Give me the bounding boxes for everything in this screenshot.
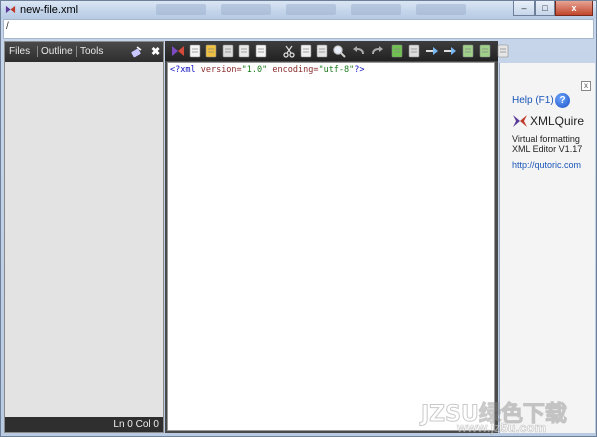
open-folder-icon[interactable] bbox=[204, 44, 218, 58]
xml-editor[interactable]: <?xml version="1.0" encoding="utf-8"?> bbox=[167, 62, 495, 431]
app-window: new-file.xml – □ x / Files Outline Tools… bbox=[0, 0, 597, 437]
blurred-region bbox=[416, 4, 466, 15]
tab-outline[interactable]: Outline bbox=[41, 46, 73, 57]
help-link[interactable]: Help (F1) bbox=[512, 95, 554, 106]
tab-divider bbox=[76, 46, 77, 57]
product-name: XMLQuire bbox=[530, 114, 585, 128]
cut-icon[interactable] bbox=[282, 44, 296, 58]
window-title: new-file.xml bbox=[20, 4, 79, 16]
left-panel-header: Files Outline Tools ✖ bbox=[5, 42, 163, 62]
print-icon[interactable] bbox=[254, 44, 268, 58]
status-bar: Ln 0 Col 0 bbox=[5, 417, 163, 432]
help-icon[interactable]: ? bbox=[555, 93, 570, 108]
app-logo-icon bbox=[5, 5, 16, 14]
blurred-region bbox=[156, 4, 206, 15]
editor-container: <?xml version="1.0" encoding="utf-8"?> bbox=[165, 41, 509, 433]
cursor-position: Ln 0 Col 0 bbox=[113, 419, 159, 430]
find-icon[interactable] bbox=[332, 44, 346, 58]
undo-icon[interactable] bbox=[352, 44, 366, 58]
save-icon[interactable] bbox=[221, 44, 235, 58]
paste-icon[interactable] bbox=[315, 44, 329, 58]
help-panel: x Help (F1) ? XMLQuire Virtual formattin… bbox=[499, 63, 595, 433]
copy-icon[interactable] bbox=[299, 44, 313, 58]
watermark: JZSU绿色下载 www.jz5u.com bbox=[421, 396, 591, 436]
tab-divider bbox=[37, 46, 38, 57]
minimize-button[interactable]: – bbox=[513, 1, 535, 16]
blurred-region bbox=[351, 4, 401, 15]
blurred-region bbox=[221, 4, 271, 15]
xmlquire-logo-icon bbox=[513, 115, 527, 127]
insert-child-icon[interactable] bbox=[407, 44, 421, 58]
tab-tools[interactable]: Tools bbox=[80, 46, 103, 57]
product-version: XML Editor V1.17 bbox=[512, 144, 583, 154]
product-description: Virtual formatting bbox=[512, 134, 580, 144]
watermark-url: www.jz5u.com bbox=[457, 420, 547, 436]
save-as-icon[interactable] bbox=[237, 44, 251, 58]
code-line: <?xml version="1.0" encoding="utf-8"?> bbox=[170, 65, 365, 75]
redo-icon[interactable] bbox=[370, 44, 384, 58]
tab-files[interactable]: Files bbox=[9, 46, 30, 57]
move-up-icon[interactable] bbox=[425, 44, 439, 58]
path-text: / bbox=[6, 21, 9, 32]
move-down-icon[interactable] bbox=[443, 44, 457, 58]
clear-icon[interactable] bbox=[129, 45, 143, 59]
title-bar: new-file.xml – □ x bbox=[1, 1, 596, 19]
format-icon[interactable] bbox=[496, 44, 510, 58]
left-panel: Files Outline Tools ✖ Ln 0 Col 0 bbox=[4, 41, 164, 433]
website-link[interactable]: http://qutoric.com bbox=[512, 160, 581, 170]
outdent-icon[interactable] bbox=[478, 44, 492, 58]
maximize-button[interactable]: □ bbox=[535, 1, 555, 16]
panel-close-icon[interactable]: ✖ bbox=[151, 45, 160, 58]
insert-element-icon[interactable] bbox=[390, 44, 404, 58]
blurred-region bbox=[286, 4, 336, 15]
close-button[interactable]: x bbox=[555, 1, 593, 16]
help-close-button[interactable]: x bbox=[581, 81, 591, 91]
editor-toolbar bbox=[165, 41, 509, 61]
indent-icon[interactable] bbox=[461, 44, 475, 58]
new-file-icon[interactable] bbox=[188, 44, 202, 58]
path-bar[interactable]: / bbox=[3, 19, 594, 39]
logo-icon[interactable] bbox=[171, 44, 185, 58]
